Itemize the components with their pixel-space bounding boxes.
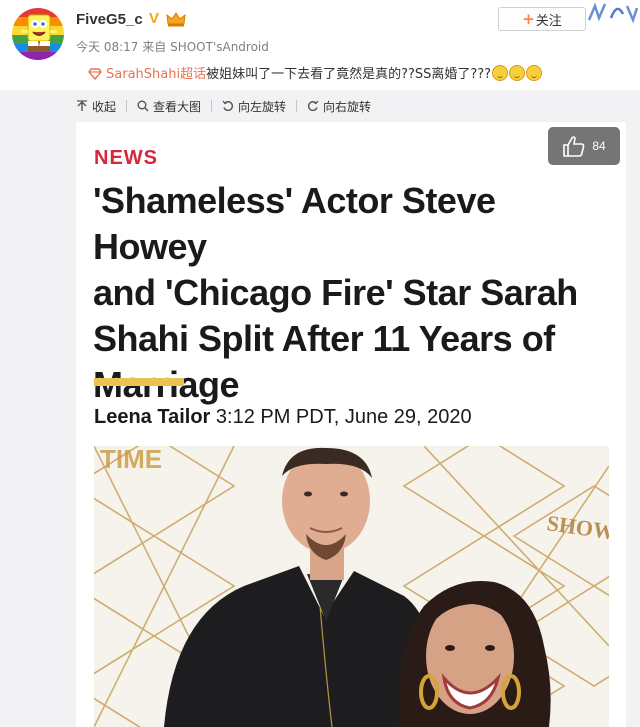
collapse-up-icon (77, 100, 87, 111)
sweat-smile-emoji-icon (492, 65, 509, 81)
rotate-right-icon (308, 100, 319, 112)
card-decoration-icon (587, 2, 639, 24)
backdrop-text-left: TIME (100, 446, 162, 474)
article-photo: TIME SHOWTI (94, 446, 609, 727)
post-source[interactable]: SHOOT'sAndroid (170, 40, 269, 54)
spongebob-avatar-icon (12, 8, 64, 60)
publish-date: 3:12 PM PDT, June 29, 2020 (215, 406, 472, 428)
byline: Leena Tailor 3:12 PM PDT, June 29, 2020 (94, 406, 472, 429)
collapse-label: 收起 (92, 99, 117, 114)
rotate-left-label: 向左旋转 (238, 99, 287, 114)
avatar[interactable] (12, 8, 64, 60)
sweat-smile-emoji-icon (526, 65, 543, 81)
headline-line: and 'Chicago Fire' Star Sarah (93, 272, 578, 313)
rotate-right-label: 向右旋转 (323, 99, 372, 114)
post-text: 被姐妹叫了一下去看了竟然是真的??SS离婚了??? (206, 67, 492, 82)
magnifier-icon (137, 100, 149, 112)
follow-button[interactable]: + 关注 (498, 7, 586, 31)
weibo-post-header: FiveG5_c V 今天 08:17 来自 SHOOT'sAndroid + … (0, 0, 640, 90)
plus-icon: + (522, 10, 535, 28)
author-name: Leena Tailor (94, 406, 211, 428)
super-topic-diamond-icon (88, 68, 102, 80)
post-content: SarahShahi超话被姐妹叫了一下去看了竟然是真的??SS离婚了??? (88, 63, 543, 82)
image-toolbar: 收起 查看大图 向左旋转 向右旋转 (76, 97, 387, 115)
rotate-right-button[interactable]: 向右旋转 (307, 98, 371, 115)
username[interactable]: FiveG5_c (76, 11, 143, 28)
verified-badge: V (149, 10, 160, 27)
follow-label: 关注 (535, 13, 562, 29)
super-topic-link[interactable]: SarahShahi超话 (106, 67, 206, 82)
toolbar-divider (211, 100, 213, 112)
sweat-smile-emoji-icon (509, 65, 526, 81)
toolbar-divider (296, 100, 298, 112)
like-count: 84 (592, 139, 606, 153)
via-label: 来自 (142, 40, 167, 54)
rotate-left-icon (222, 100, 234, 112)
section-label: NEWS (94, 147, 158, 169)
thumbs-up-icon (563, 136, 585, 157)
collapse-button[interactable]: 收起 (76, 98, 116, 115)
crown-icon (166, 12, 186, 27)
headline-line: 'Shameless' Actor Steve Howey (93, 180, 496, 267)
view-large-button[interactable]: 查看大图 (137, 98, 201, 115)
article-headline: 'Shameless' Actor Steve Howey and 'Chica… (93, 178, 613, 408)
like-count-badge[interactable]: 84 (548, 127, 620, 165)
rotate-left-button[interactable]: 向左旋转 (222, 98, 286, 115)
headline-line: Shahi Split After 11 Years of (93, 318, 555, 359)
toolbar-divider (126, 100, 128, 112)
couple-photo-illustration: TIME SHOWTI (94, 446, 609, 727)
post-time[interactable]: 今天 08:17 (76, 40, 138, 54)
post-meta: 今天 08:17 来自 SHOOT'sAndroid (76, 38, 269, 55)
accent-bar (94, 378, 184, 386)
view-large-label: 查看大图 (153, 99, 202, 114)
